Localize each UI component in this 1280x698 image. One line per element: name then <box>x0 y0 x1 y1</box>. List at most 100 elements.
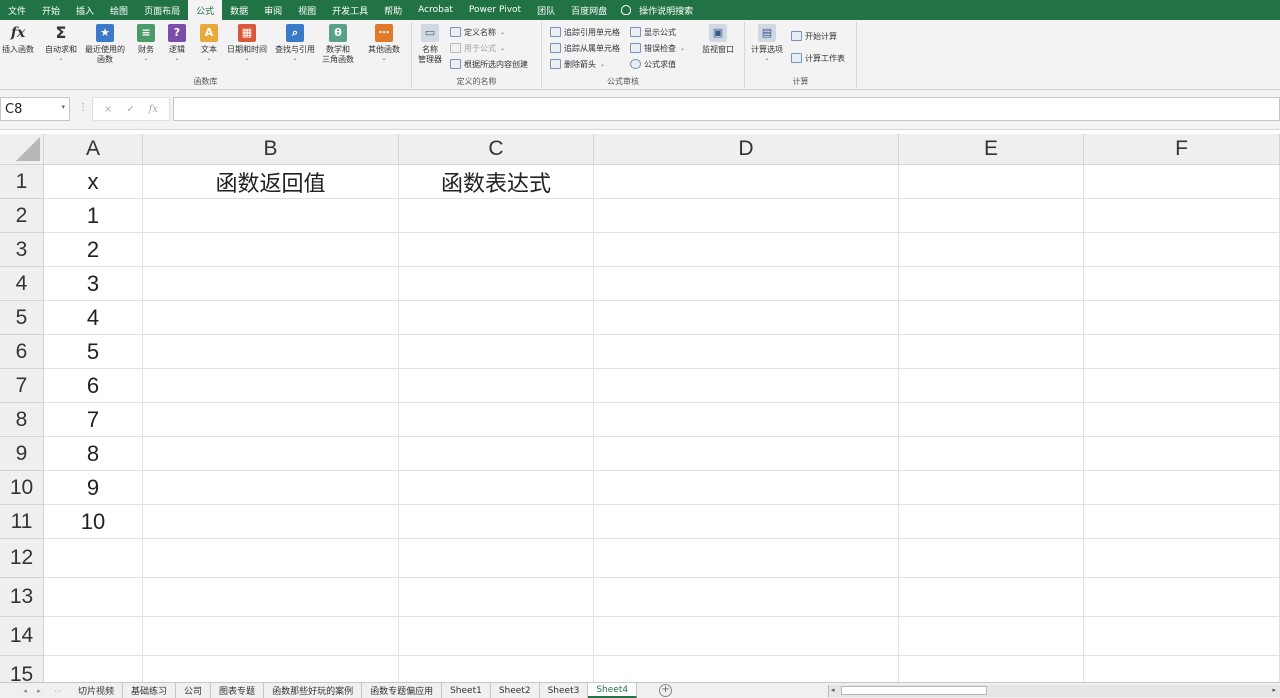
cell-b2[interactable] <box>143 199 399 233</box>
cell-a3[interactable]: 2 <box>44 233 143 267</box>
cell-b12[interactable] <box>143 539 399 578</box>
cell-f3[interactable] <box>1084 233 1280 267</box>
column-header-d[interactable]: D <box>594 134 899 165</box>
plus-circle-icon[interactable]: + <box>659 684 673 697</box>
datetime-button[interactable]: ▦ 日期和时间 ⌄ <box>227 24 267 63</box>
text-button[interactable]: A 文本 ⌄ <box>200 24 218 63</box>
logical-button[interactable]: ? 逻辑 ⌄ <box>168 24 186 63</box>
financial-button[interactable]: ≡ 财务 ⌄ <box>137 24 155 63</box>
math-trig-button[interactable]: θ 数学和 三角函数 <box>322 24 354 65</box>
cell-d3[interactable] <box>594 233 899 267</box>
cell-c3[interactable] <box>399 233 594 267</box>
cell-b13[interactable] <box>143 578 399 617</box>
cell-b11[interactable] <box>143 505 399 539</box>
cell-a15[interactable] <box>44 656 143 682</box>
sheet-tab-7[interactable]: Sheet2 <box>491 683 540 698</box>
menu-tab-1[interactable]: 开始 <box>34 0 68 20</box>
cell-f4[interactable] <box>1084 267 1280 301</box>
cell-e9[interactable] <box>899 437 1084 471</box>
remove-arrows-button[interactable]: 删除箭头 ⌄ <box>550 57 605 71</box>
row-header-13[interactable]: 13 <box>0 578 44 617</box>
sheet-tab-9[interactable]: Sheet4 <box>588 683 638 698</box>
column-header-b[interactable]: B <box>143 134 399 165</box>
cell-d12[interactable] <box>594 539 899 578</box>
cell-e3[interactable] <box>899 233 1084 267</box>
cell-b8[interactable] <box>143 403 399 437</box>
cell-d5[interactable] <box>594 301 899 335</box>
cell-f7[interactable] <box>1084 369 1280 403</box>
create-from-selection-button[interactable]: 根据所选内容创建 <box>450 57 528 71</box>
name-manager-button[interactable]: ▭ 名称 管理器 <box>418 24 442 65</box>
cell-a14[interactable] <box>44 617 143 656</box>
menu-tab-11[interactable]: Acrobat <box>410 0 461 20</box>
cell-c7[interactable] <box>399 369 594 403</box>
scroll-left-icon[interactable]: ◂ <box>831 686 835 694</box>
menu-tab-0[interactable]: 文件 <box>0 0 34 20</box>
cell-a7[interactable]: 6 <box>44 369 143 403</box>
calc-options-button[interactable]: ▤ 计算选项 ⌄ <box>751 24 783 63</box>
cell-a13[interactable] <box>44 578 143 617</box>
row-header-11[interactable]: 11 <box>0 505 44 539</box>
menu-tab-7[interactable]: 审阅 <box>256 0 290 20</box>
chevron-down-icon[interactable]: ▾ <box>61 103 65 111</box>
cell-e11[interactable] <box>899 505 1084 539</box>
row-header-9[interactable]: 9 <box>0 437 44 471</box>
cell-d13[interactable] <box>594 578 899 617</box>
cell-b5[interactable] <box>143 301 399 335</box>
column-header-a[interactable]: A <box>44 134 143 165</box>
menu-tab-14[interactable]: 百度网盘 <box>563 0 615 20</box>
cell-c14[interactable] <box>399 617 594 656</box>
cell-a2[interactable]: 1 <box>44 199 143 233</box>
row-header-7[interactable]: 7 <box>0 369 44 403</box>
tell-me-search[interactable]: 操作说明搜索 <box>621 4 693 17</box>
cell-d11[interactable] <box>594 505 899 539</box>
menu-tab-13[interactable]: 团队 <box>529 0 563 20</box>
menu-tab-2[interactable]: 插入 <box>68 0 102 20</box>
splitter-grip-icon[interactable]: ⋮ <box>78 102 88 113</box>
tab-scroll-right-icon[interactable]: ▸ <box>32 687 46 695</box>
cell-b4[interactable] <box>143 267 399 301</box>
cell-a4[interactable]: 3 <box>44 267 143 301</box>
cell-f1[interactable] <box>1084 165 1280 199</box>
insert-function-button[interactable]: fx 插入函数 <box>2 24 34 55</box>
sheet-tab-5[interactable]: 函数专题偏应用 <box>362 683 443 698</box>
row-header-3[interactable]: 3 <box>0 233 44 267</box>
cell-f11[interactable] <box>1084 505 1280 539</box>
menu-tab-3[interactable]: 绘图 <box>102 0 136 20</box>
row-header-5[interactable]: 5 <box>0 301 44 335</box>
sheet-tab-3[interactable]: 图表专题 <box>211 683 265 698</box>
watch-window-button[interactable]: ▣ 监视窗口 <box>702 24 734 55</box>
cell-d15[interactable] <box>594 656 899 682</box>
cell-b9[interactable] <box>143 437 399 471</box>
cell-d14[interactable] <box>594 617 899 656</box>
cell-d7[interactable] <box>594 369 899 403</box>
menu-tab-9[interactable]: 开发工具 <box>324 0 376 20</box>
calc-sheet-button[interactable]: 计算工作表 <box>791 51 845 65</box>
cell-b3[interactable] <box>143 233 399 267</box>
sheet-tab-0[interactable]: 切片视频 <box>70 683 124 698</box>
cell-f9[interactable] <box>1084 437 1280 471</box>
cell-e14[interactable] <box>899 617 1084 656</box>
cell-f14[interactable] <box>1084 617 1280 656</box>
cell-b6[interactable] <box>143 335 399 369</box>
scroll-right-icon[interactable]: ▸ <box>1272 686 1276 694</box>
cell-d9[interactable] <box>594 437 899 471</box>
enter-icon[interactable]: ✓ <box>126 104 134 115</box>
row-header-15[interactable]: 15 <box>0 656 44 682</box>
error-checking-button[interactable]: 错误检查 ⌄ <box>630 41 685 55</box>
cell-b15[interactable] <box>143 656 399 682</box>
trace-precedents-button[interactable]: 追踪引用单元格 <box>550 25 620 39</box>
calc-now-button[interactable]: 开始计算 <box>791 29 837 43</box>
row-header-8[interactable]: 8 <box>0 403 44 437</box>
cell-d4[interactable] <box>594 267 899 301</box>
cell-c5[interactable] <box>399 301 594 335</box>
cell-c12[interactable] <box>399 539 594 578</box>
sheet-tab-6[interactable]: Sheet1 <box>442 683 491 698</box>
cell-e10[interactable] <box>899 471 1084 505</box>
row-header-1[interactable]: 1 <box>0 165 44 199</box>
cell-c4[interactable] <box>399 267 594 301</box>
cell-b1[interactable]: 函数返回值 <box>143 165 399 199</box>
use-in-formula-button[interactable]: 用于公式 ⌄ <box>450 41 505 55</box>
menu-tab-6[interactable]: 数据 <box>222 0 256 20</box>
menu-tab-8[interactable]: 视图 <box>290 0 324 20</box>
